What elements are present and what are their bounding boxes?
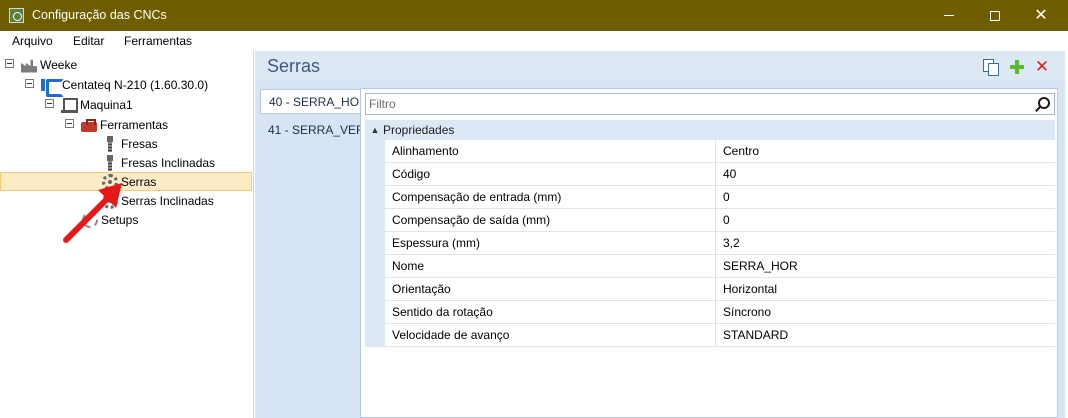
minimize-button[interactable] xyxy=(926,0,972,31)
factory-icon xyxy=(21,59,37,73)
table-row[interactable]: Espessura (mm) 3,2 xyxy=(365,232,1055,255)
property-name: Compensação de saída (mm) xyxy=(385,209,716,232)
property-rows: Alinhamento Centro Código 40 Compensação de … xyxy=(365,140,1055,347)
delete-icon[interactable]: ✕ xyxy=(1034,58,1050,75)
window-title: Configuração das CNCs xyxy=(32,8,167,22)
kc-logo-icon xyxy=(41,77,64,97)
row-gutter xyxy=(365,278,385,301)
property-value[interactable]: 40 xyxy=(716,163,1055,186)
property-name: Alinhamento xyxy=(385,140,716,163)
tool-tabs: 40 - SERRA_HOR 41 - SERRA_VER xyxy=(255,81,368,418)
row-gutter xyxy=(365,255,385,278)
property-value[interactable]: Horizontal xyxy=(716,278,1055,301)
menu-ferramentas[interactable]: Ferramentas xyxy=(124,34,192,48)
tree-node-maquina1[interactable]: Maquina1 xyxy=(45,95,133,114)
maximize-button[interactable] xyxy=(972,0,1018,31)
filter-input[interactable] xyxy=(369,96,1019,112)
row-gutter xyxy=(365,140,385,163)
panel-title: Serras xyxy=(267,56,321,76)
property-name: Espessura (mm) xyxy=(385,232,716,255)
tab-serra-ver[interactable]: 41 - SERRA_VER xyxy=(260,117,365,142)
mill-icon xyxy=(102,135,118,152)
tree-label: Weeke xyxy=(40,57,78,72)
tree-node-ferramentas[interactable]: Ferramentas xyxy=(65,115,168,134)
row-gutter xyxy=(365,301,385,324)
menu-arquivo[interactable]: Arquivo xyxy=(12,34,53,48)
close-icon: ✕ xyxy=(1034,6,1048,24)
tree-label: Serras Inclinadas xyxy=(121,193,214,208)
mill-icon xyxy=(102,154,118,171)
property-name: Nome xyxy=(385,255,716,278)
machine-icon xyxy=(61,97,78,113)
copy-icon[interactable] xyxy=(983,59,999,76)
table-row[interactable]: Código 40 xyxy=(365,163,1055,186)
tree-node-weeke[interactable]: Weeke xyxy=(5,55,77,74)
toolbox-icon xyxy=(81,117,97,133)
panel-header: Serras ✕ xyxy=(255,51,1065,81)
category-label: Propriedades xyxy=(383,123,455,137)
property-value[interactable]: 3,2 xyxy=(716,232,1055,255)
property-name: Orientação xyxy=(385,278,716,301)
table-row[interactable]: Orientação Horizontal xyxy=(365,278,1055,301)
tree-node-centateq[interactable]: Centateq N-210 (1.60.30.0) xyxy=(25,75,209,97)
add-icon[interactable] xyxy=(1009,59,1025,75)
app-icon xyxy=(9,8,24,23)
property-name: Velocidade de avanço xyxy=(385,324,716,347)
row-gutter xyxy=(365,232,385,255)
tree-node-fresas-inclinadas[interactable]: Fresas Inclinadas xyxy=(102,153,215,172)
table-row[interactable]: Compensação de saída (mm) 0 xyxy=(365,209,1055,232)
property-value[interactable]: Síncrono xyxy=(716,301,1055,324)
minimize-icon xyxy=(944,15,954,16)
annotation-arrow-icon xyxy=(63,183,122,243)
table-row[interactable]: Nome SERRA_HOR xyxy=(365,255,1055,278)
title-bar: Configuração das CNCs ✕ xyxy=(0,0,1068,31)
collapse-icon[interactable] xyxy=(65,119,74,128)
property-value[interactable]: 0 xyxy=(716,186,1055,209)
property-name: Compensação de entrada (mm) xyxy=(385,186,716,209)
filter-box xyxy=(365,93,1055,115)
collapse-icon[interactable] xyxy=(25,79,34,88)
tree-node-fresas[interactable]: Fresas xyxy=(102,134,158,153)
category-propriedades[interactable]: ▲ Propriedades xyxy=(365,120,1055,140)
row-gutter xyxy=(365,324,385,347)
collapse-icon[interactable] xyxy=(5,59,14,68)
tree-label: Fresas xyxy=(121,136,158,151)
property-name: Sentido da rotação xyxy=(385,301,716,324)
tree-label: Ferramentas xyxy=(100,117,169,132)
search-icon[interactable] xyxy=(1034,97,1050,111)
property-value[interactable]: 0 xyxy=(716,209,1055,232)
menu-editar[interactable]: Editar xyxy=(73,34,104,48)
collapse-icon[interactable] xyxy=(45,99,54,108)
row-gutter xyxy=(365,186,385,209)
tree-label: Maquina1 xyxy=(80,97,133,112)
table-row[interactable]: Alinhamento Centro xyxy=(365,140,1055,163)
table-row[interactable]: Sentido da rotação Síncrono xyxy=(365,301,1055,324)
property-grid: ▲ Propriedades AlinhamentoCentroCódigo40… xyxy=(360,88,1058,418)
property-value[interactable]: Centro xyxy=(716,140,1055,163)
tree-label: Fresas Inclinadas xyxy=(121,155,216,170)
property-name: Código xyxy=(385,163,716,186)
menu-bar: Arquivo Editar Ferramentas xyxy=(0,31,1068,51)
close-button[interactable]: ✕ xyxy=(1018,0,1064,31)
table-row[interactable]: Velocidade de avanço STANDARD xyxy=(365,324,1055,347)
chevron-up-icon[interactable]: ▲ xyxy=(367,125,383,135)
property-value[interactable]: SERRA_HOR xyxy=(716,255,1055,278)
tree-label: Centateq N-210 (1.60.30.0) xyxy=(62,77,209,92)
property-value[interactable]: STANDARD xyxy=(716,324,1055,347)
maximize-icon xyxy=(990,10,1000,21)
row-gutter xyxy=(365,163,385,186)
tool-panel: Serras ✕ 40 - SERRA_HOR 41 - SERRA_VER ▲… xyxy=(255,51,1065,418)
table-row[interactable]: Compensação de entrada (mm) 0 xyxy=(365,186,1055,209)
row-gutter xyxy=(365,209,385,232)
tab-serra-hor[interactable]: 40 - SERRA_HOR xyxy=(260,89,368,114)
